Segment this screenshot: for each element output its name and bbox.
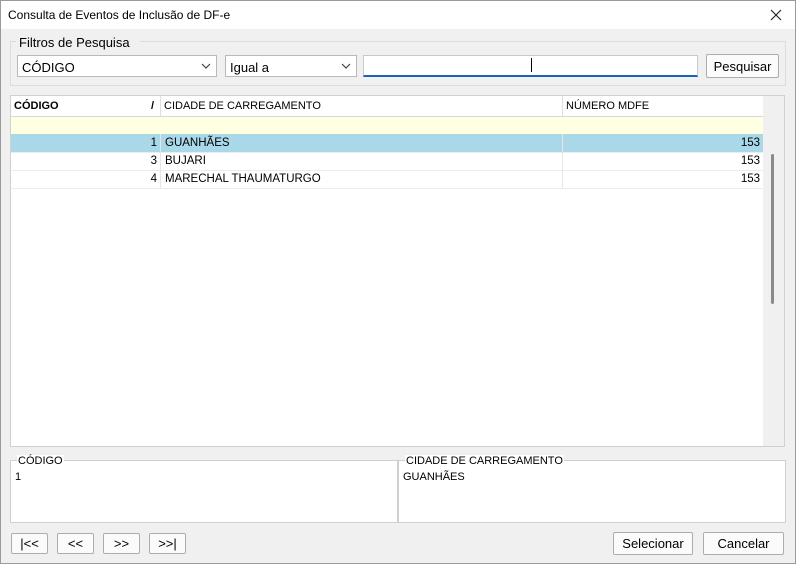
column-header-cidade[interactable]: CIDADE DE CARREGAMENTO — [161, 96, 563, 116]
table-row[interactable]: 3 BUJARI 153 — [11, 152, 763, 171]
table-row[interactable]: 1 GUANHÃES 153 — [11, 134, 763, 153]
filters-group-label: Filtros de Pesquisa — [17, 35, 132, 50]
cell-cidade: MARECHAL THAUMATURGO — [163, 170, 563, 188]
column-header-label: CÓDIGO — [14, 100, 59, 112]
close-button[interactable] — [761, 3, 791, 27]
detail-cidade-panel: CIDADE DE CARREGAMENTO GUANHÃES — [398, 455, 786, 523]
chevron-down-icon — [201, 63, 211, 69]
sort-indicator-icon: / — [150, 100, 154, 112]
field-select-value: CÓDIGO — [22, 60, 75, 75]
previous-record-button[interactable]: << — [57, 533, 94, 554]
text-caret — [531, 58, 532, 72]
first-record-button[interactable]: |<< — [11, 533, 48, 554]
grid-filter-row[interactable] — [11, 117, 763, 135]
cell-codigo: 4 — [11, 170, 161, 188]
table-row[interactable]: 4 MARECHAL THAUMATURGO 153 — [11, 170, 763, 189]
detail-codigo-panel: CÓDIGO 1 — [10, 455, 398, 523]
column-header-numero[interactable]: NÚMERO MDFE — [563, 96, 763, 116]
field-select[interactable]: CÓDIGO — [17, 55, 217, 77]
chevron-down-icon — [341, 63, 351, 69]
operator-select-value: Igual a — [230, 60, 270, 75]
cell-numero: 153 — [740, 137, 760, 149]
close-icon — [770, 9, 782, 21]
results-grid[interactable]: CÓDIGO / CIDADE DE CARREGAMENTO NÚMERO M… — [10, 95, 785, 447]
search-button[interactable]: Pesquisar — [706, 54, 779, 78]
column-header-label: NÚMERO MDFE — [566, 100, 650, 112]
scrollbar-thumb[interactable] — [771, 154, 774, 304]
cell-codigo: 3 — [11, 152, 161, 170]
operator-select[interactable]: Igual a — [225, 55, 357, 77]
detail-cidade-value: GUANHÃES — [403, 471, 465, 483]
cell-cidade: BUJARI — [163, 152, 563, 170]
window-title: Consulta de Eventos de Inclusão de DF-e — [8, 8, 231, 22]
vertical-scrollbar[interactable] — [763, 96, 784, 446]
cell-cidade: GUANHÃES — [163, 134, 563, 152]
detail-codigo-value: 1 — [15, 471, 22, 483]
cancel-button[interactable]: Cancelar — [703, 532, 784, 555]
column-header-label: CIDADE DE CARREGAMENTO — [164, 100, 321, 112]
cell-numero: 153 — [740, 155, 760, 167]
detail-codigo-label: CÓDIGO — [17, 455, 64, 467]
detail-cidade-label: CIDADE DE CARREGAMENTO — [405, 455, 564, 467]
cell-codigo: 1 — [11, 134, 161, 152]
last-record-button[interactable]: >>| — [149, 533, 186, 554]
select-button[interactable]: Selecionar — [613, 532, 693, 555]
column-header-codigo[interactable]: CÓDIGO / — [11, 96, 161, 116]
grid-header: CÓDIGO / CIDADE DE CARREGAMENTO NÚMERO M… — [11, 96, 763, 117]
next-record-button[interactable]: >> — [103, 533, 140, 554]
cell-numero: 153 — [740, 173, 760, 185]
title-bar: Consulta de Eventos de Inclusão de DF-e — [1, 1, 795, 29]
